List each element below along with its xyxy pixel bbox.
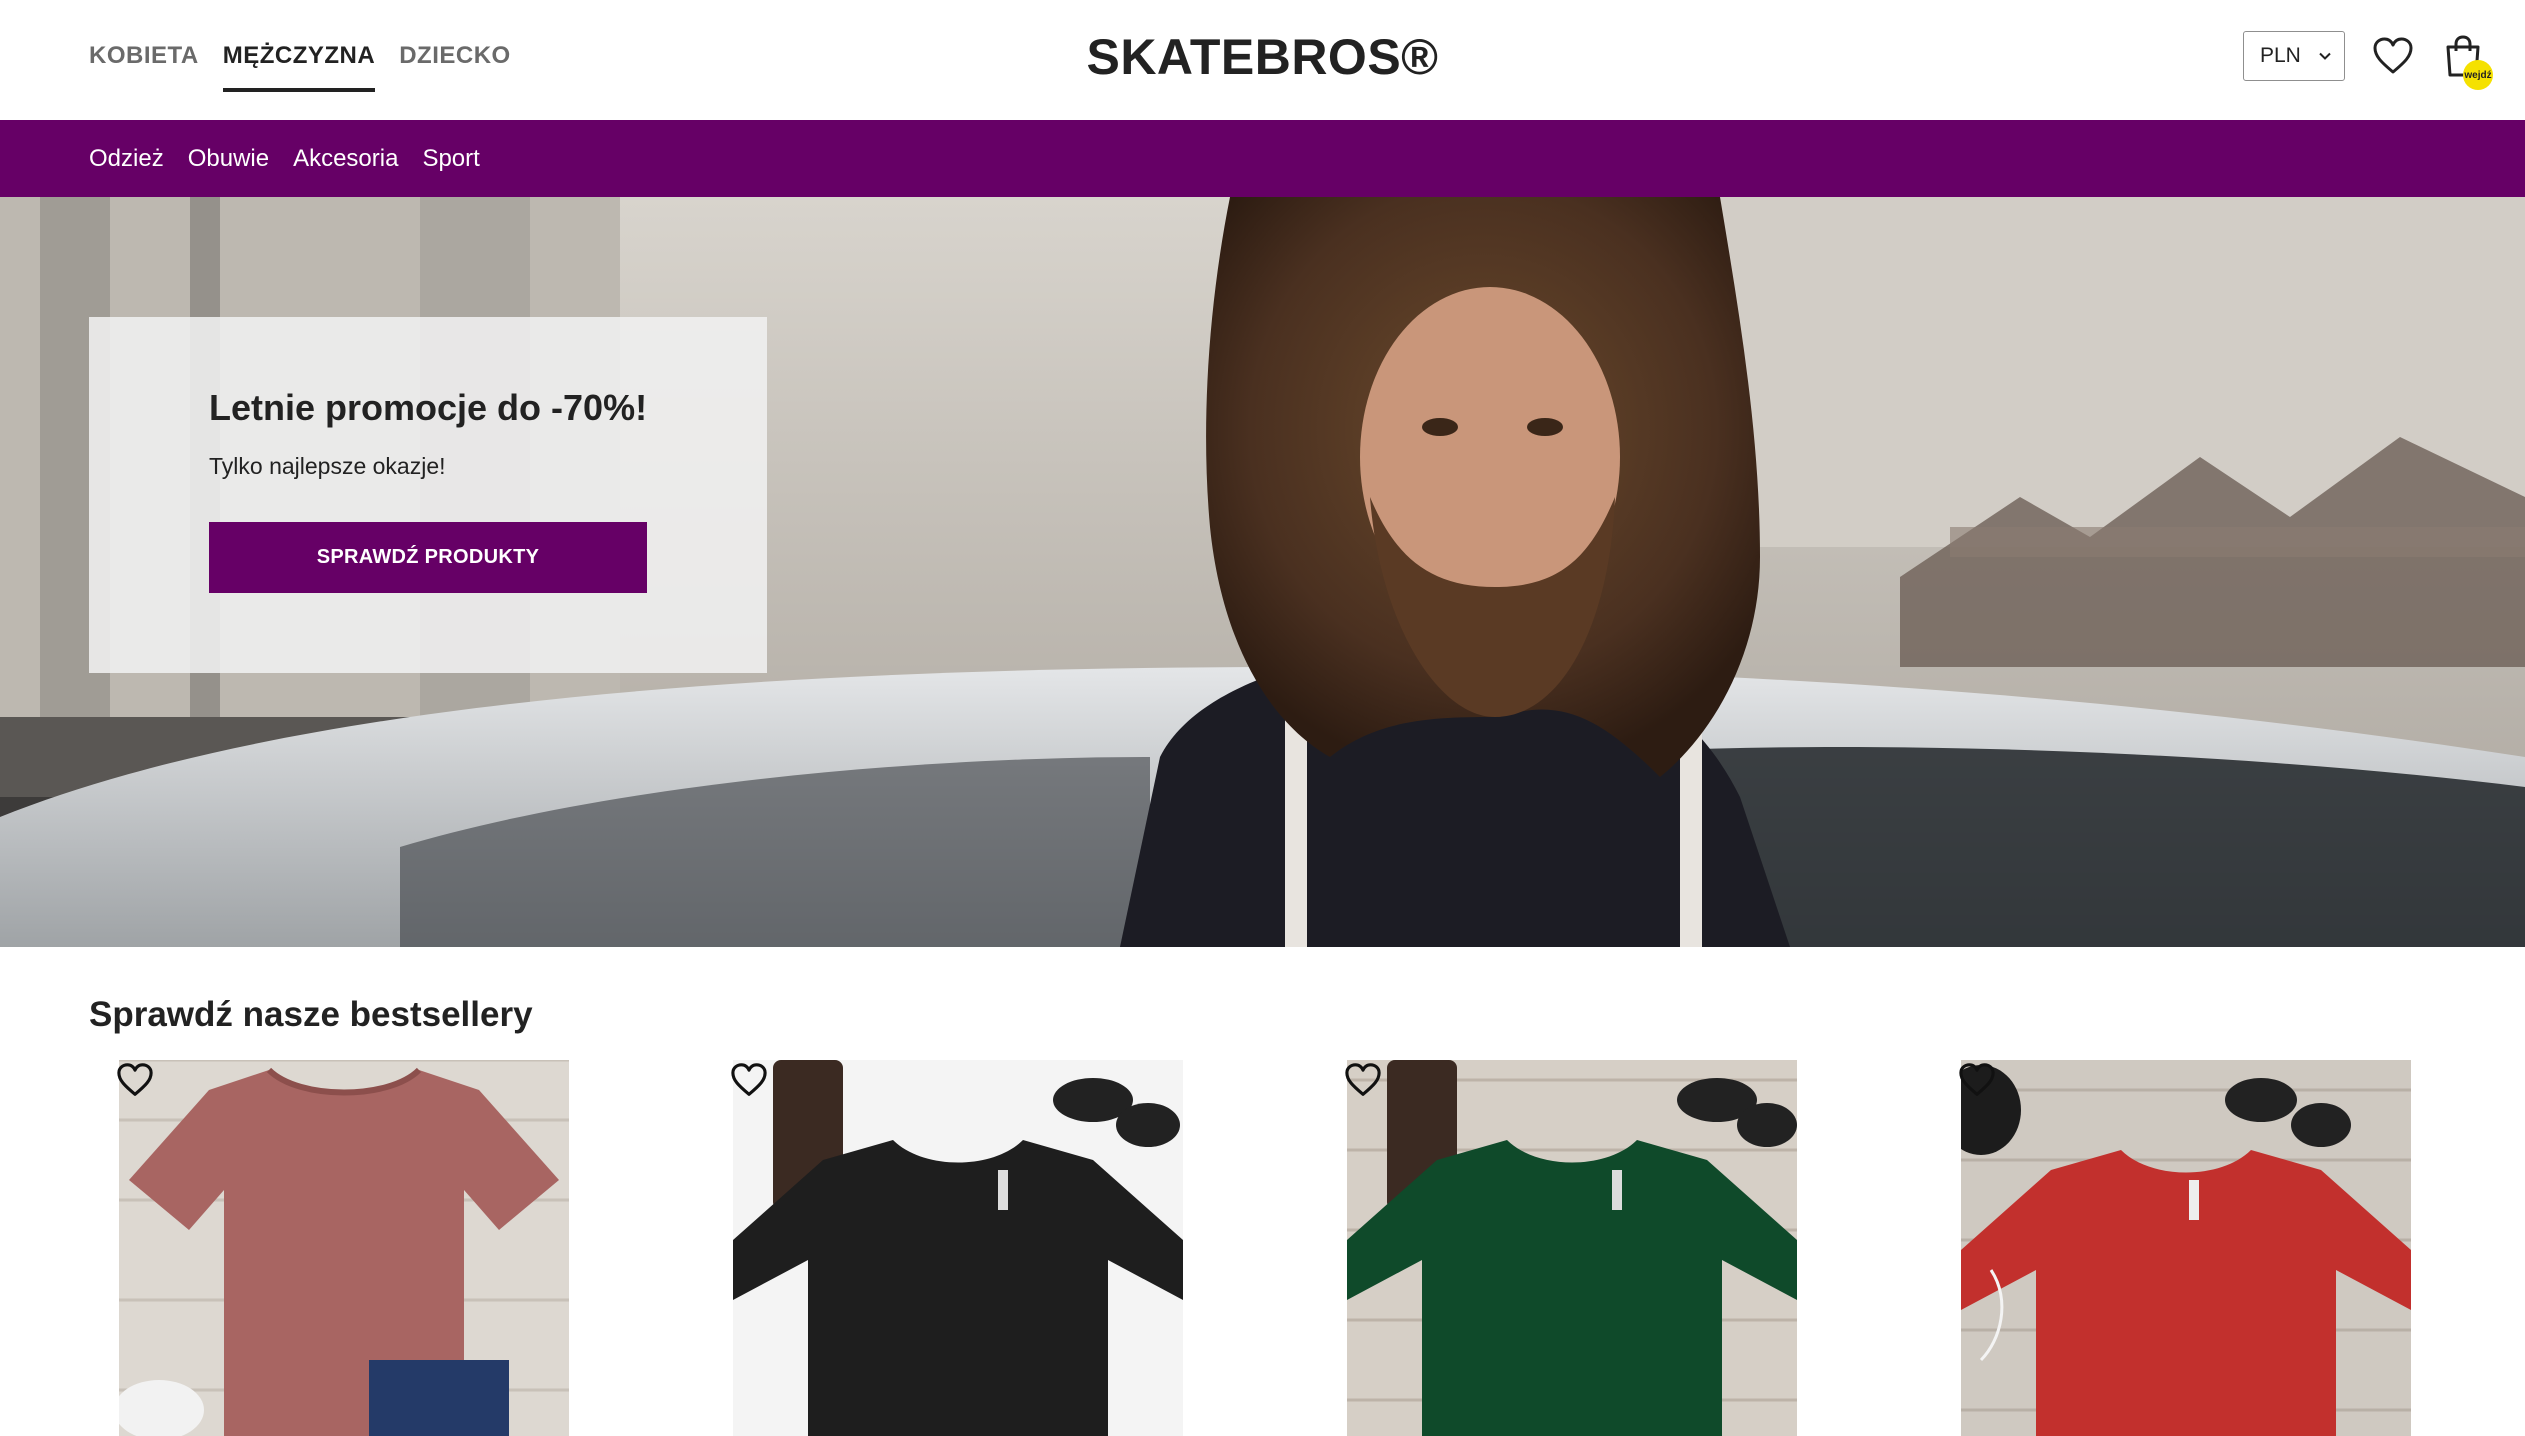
promo-subtitle: Tylko najlepsze okazje! bbox=[209, 453, 446, 479]
category-odziez[interactable]: Odzież bbox=[89, 145, 164, 173]
top-header: KOBIETA MĘŻCZYZNA DZIECKO SKATEBROS® PLN… bbox=[0, 0, 2525, 120]
category-nav: Odzież Obuwie Akcesoria Sport bbox=[89, 120, 480, 197]
tab-dziecko[interactable]: DZIECKO bbox=[399, 30, 511, 92]
heart-icon bbox=[1345, 1063, 1381, 1096]
hero-banner: Letnie promocje do -70%! Tylko najlepsze… bbox=[0, 197, 2525, 947]
promo-title: Letnie promocje do -70%! bbox=[209, 387, 648, 428]
heart-icon bbox=[2373, 37, 2413, 74]
cart-badge: wejdź bbox=[2463, 60, 2493, 90]
promo-box: Letnie promocje do -70%! Tylko najlepsze… bbox=[89, 317, 767, 673]
category-akcesoria[interactable]: Akcesoria bbox=[293, 145, 398, 173]
add-to-wishlist-button[interactable] bbox=[1957, 1060, 1997, 1100]
cart-button[interactable]: wejdź bbox=[2441, 34, 2493, 90]
currency-value: PLN bbox=[2260, 44, 2301, 67]
product-image bbox=[119, 1060, 569, 1436]
check-products-button[interactable]: SPRAWDŹ PRODUKTY bbox=[209, 522, 647, 593]
category-obuwie[interactable]: Obuwie bbox=[188, 145, 269, 173]
chevron-down-icon bbox=[2319, 52, 2331, 60]
gender-nav: KOBIETA MĘŻCZYZNA DZIECKO bbox=[89, 30, 511, 92]
tab-kobieta[interactable]: KOBIETA bbox=[89, 30, 199, 92]
product-image bbox=[1961, 1060, 2411, 1436]
currency-select[interactable]: PLN bbox=[2243, 31, 2345, 81]
logo[interactable]: SKATEBROS® bbox=[1086, 29, 1438, 85]
heart-icon bbox=[117, 1063, 153, 1096]
heart-icon bbox=[1959, 1063, 1995, 1096]
add-to-wishlist-button[interactable] bbox=[115, 1060, 155, 1100]
product-image bbox=[1347, 1060, 1797, 1436]
category-bar: Odzież Obuwie Akcesoria Sport bbox=[0, 120, 2525, 197]
product-card[interactable] bbox=[1961, 1060, 2411, 1436]
add-to-wishlist-button[interactable] bbox=[1343, 1060, 1383, 1100]
product-card[interactable] bbox=[119, 1060, 569, 1436]
product-card[interactable] bbox=[733, 1060, 1183, 1436]
tab-mezczyzna[interactable]: MĘŻCZYZNA bbox=[222, 30, 376, 92]
product-image bbox=[733, 1060, 1183, 1436]
heart-icon bbox=[731, 1063, 767, 1096]
wishlist-button[interactable] bbox=[2371, 34, 2415, 78]
product-card[interactable] bbox=[1347, 1060, 1797, 1436]
category-sport[interactable]: Sport bbox=[422, 145, 479, 173]
bestsellers-title: Sprawdź nasze bestsellery bbox=[89, 995, 533, 1034]
add-to-wishlist-button[interactable] bbox=[729, 1060, 769, 1100]
header-actions: PLN wejdź bbox=[2243, 30, 2493, 90]
